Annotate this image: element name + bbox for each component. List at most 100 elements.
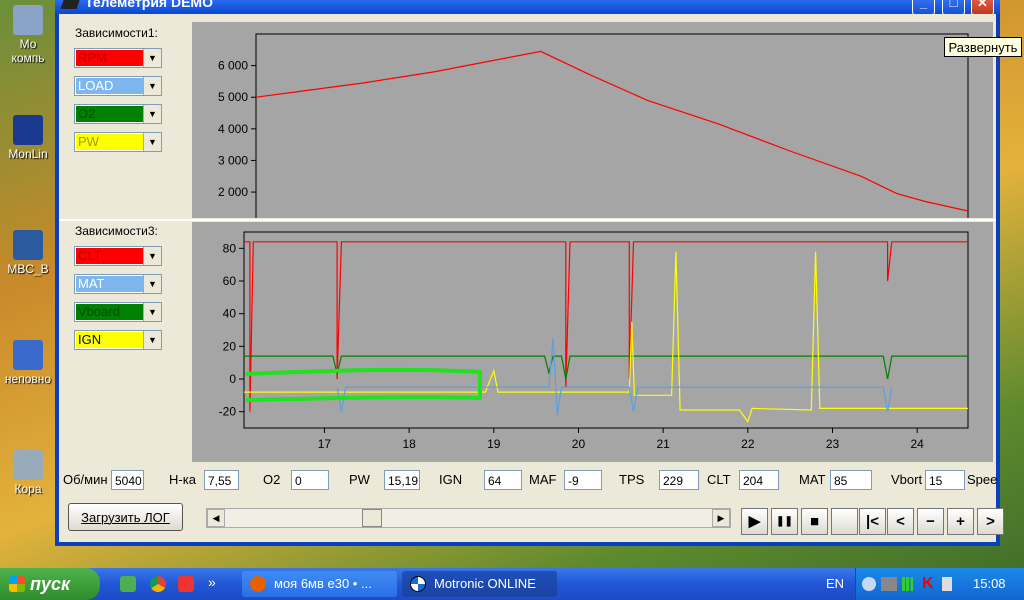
readout-label-н-ка: Н-ка (169, 472, 196, 487)
chevron-down-icon[interactable]: ▼ (143, 77, 161, 95)
windows-logo-icon (9, 576, 25, 592)
word-icon (13, 340, 43, 370)
scroll-thumb[interactable] (362, 509, 382, 527)
dependencies-panel-3: Зависимости3: CLT ▼ MAT ▼ Vboard ▼ IGN ▼ (62, 222, 194, 462)
x-tick-label: 20 (572, 437, 586, 451)
start-button[interactable]: пуск (0, 568, 100, 600)
panel-divider[interactable] (59, 219, 996, 221)
y-tick-label: 2 000 (218, 185, 248, 199)
minimize-button[interactable]: _ (912, 0, 935, 15)
desktop-icon-label: Кора (14, 482, 42, 496)
play-button[interactable]: ▶ (741, 508, 768, 535)
computer-icon (13, 5, 43, 35)
series-select-3[interactable]: O2 ▼ (74, 104, 162, 124)
readout-value-o2[interactable]: 0 (291, 470, 329, 490)
scroll-right-icon[interactable]: ▶ (712, 509, 730, 527)
load-log-button[interactable]: Загрузить ЛОГ (68, 503, 183, 531)
readouts-bar: Об/мин 5040 Н-ка 7,55 O2 0 PW 15,19 IGN 64 MAF -9 TP… (59, 469, 998, 497)
readout-label-pw: PW (349, 472, 370, 487)
document-icon (13, 230, 43, 260)
readout-value-vbort[interactable]: 15 (925, 470, 965, 490)
monlin-icon (13, 115, 43, 145)
series-select-4[interactable]: IGN ▼ (74, 330, 162, 350)
plot-area (255, 33, 969, 218)
readout-label-ign: IGN (439, 472, 463, 487)
language-indicator[interactable]: EN (826, 576, 844, 591)
window-titlebar[interactable]: Телеметрия DEMO _ □ ✕ (55, 0, 1000, 15)
stop-button[interactable]: ■ (801, 508, 828, 535)
network-icon[interactable] (881, 577, 897, 591)
forward-button[interactable]: > (977, 508, 1004, 535)
desktop-icon-label: MonLin (8, 147, 48, 161)
kaspersky-icon[interactable]: K (922, 575, 934, 593)
load-log-label: Загрузить ЛОГ (81, 510, 170, 525)
series-select-1[interactable]: CLT ▼ (74, 246, 162, 266)
chevron-down-icon[interactable]: ▼ (143, 133, 161, 151)
select-value: RPM (76, 50, 145, 66)
close-button[interactable]: ✕ (971, 0, 994, 15)
x-tick-label: 19 (487, 437, 501, 451)
y-tick-label: 0 (229, 372, 236, 386)
readout-value-об/мин[interactable]: 5040 (111, 470, 144, 490)
app-launch-icon[interactable] (178, 576, 194, 592)
timeline-scrollbar[interactable]: ◀ ▶ (206, 508, 731, 528)
desktop-icon-recycle[interactable]: Кора (0, 450, 56, 496)
desktop-icon-label: неповно (4, 372, 52, 386)
blank-button[interactable] (831, 508, 858, 535)
desktop-icon-my-computer[interactable]: Мо компь (0, 5, 56, 65)
pause-button[interactable]: ❚❚ (771, 508, 798, 535)
x-tick-label: 23 (826, 437, 840, 451)
chevron-down-icon[interactable]: ▼ (143, 303, 161, 321)
readout-value-mat[interactable]: 85 (830, 470, 872, 490)
group-label: Зависимости3: (75, 224, 158, 238)
select-value: PW (76, 134, 145, 150)
desktop-icon-mbc[interactable]: MBC_B (0, 230, 56, 276)
readout-value-clt[interactable]: 204 (739, 470, 779, 490)
chevron-down-icon[interactable]: ▼ (143, 331, 161, 349)
back-button[interactable]: < (887, 508, 914, 535)
readout-value-pw[interactable]: 15,19 (384, 470, 420, 490)
signal-icon[interactable] (902, 577, 916, 591)
desktop-icon-label: Мо компь (11, 37, 45, 65)
y-tick-label: 4 000 (218, 122, 248, 136)
series-select-2[interactable]: LOAD ▼ (74, 76, 162, 96)
readout-value-н-ка[interactable]: 7,55 (204, 470, 239, 490)
chevron-down-icon[interactable]: ▼ (143, 49, 161, 67)
series-select-1[interactable]: RPM ▼ (74, 48, 162, 68)
zoom-out-button[interactable]: − (917, 508, 944, 535)
taskbar-item-motronic[interactable]: Motronic ONLINE (402, 571, 557, 597)
series-select-4[interactable]: PW ▼ (74, 132, 162, 152)
usb-icon[interactable] (942, 577, 952, 591)
readout-label-vbort: Vbort (891, 472, 923, 487)
window-client: Зависимости1: RPM ▼ LOAD ▼ O2 ▼ PW ▼ 2 000 3 … (59, 14, 1004, 542)
readout-value-ign[interactable]: 64 (484, 470, 522, 490)
rewind-start-button[interactable]: |< (859, 508, 886, 535)
readout-label-spee: Spee (967, 472, 998, 487)
chevron-down-icon[interactable]: ▼ (143, 247, 161, 265)
taskbar-item-browser[interactable]: моя 6мв e30 • ... (242, 571, 397, 597)
desktop-icon-monlin[interactable]: MonLin (0, 115, 56, 161)
quicklaunch-more-icon[interactable]: » (208, 574, 216, 590)
scroll-left-icon[interactable]: ◀ (207, 509, 225, 527)
utorrent-icon[interactable] (120, 576, 136, 592)
tray-expand-icon[interactable] (862, 577, 876, 591)
series-select-3[interactable]: Vboard ▼ (74, 302, 162, 322)
chrome-icon[interactable] (150, 576, 166, 592)
readout-label-o2: O2 (263, 472, 281, 487)
chevron-down-icon[interactable]: ▼ (143, 105, 161, 123)
x-tick-label: 18 (402, 437, 416, 451)
firefox-icon (250, 576, 266, 592)
group-label: Зависимости1: (75, 26, 158, 40)
chevron-down-icon[interactable]: ▼ (143, 275, 161, 293)
readout-label-mat: MAT (799, 472, 826, 487)
taskbar-item-label: Motronic ONLINE (434, 576, 536, 591)
readout-value-tps[interactable]: 229 (659, 470, 699, 490)
series-select-2[interactable]: MAT ▼ (74, 274, 162, 294)
desktop-icon-word[interactable]: неповно (0, 340, 56, 386)
select-value: MAT (76, 276, 145, 292)
select-value: CLT (76, 248, 145, 264)
maximize-button[interactable]: □ (942, 0, 965, 15)
readout-value-maf[interactable]: -9 (564, 470, 602, 490)
start-label: пуск (30, 574, 71, 594)
zoom-in-button[interactable]: + (947, 508, 974, 535)
